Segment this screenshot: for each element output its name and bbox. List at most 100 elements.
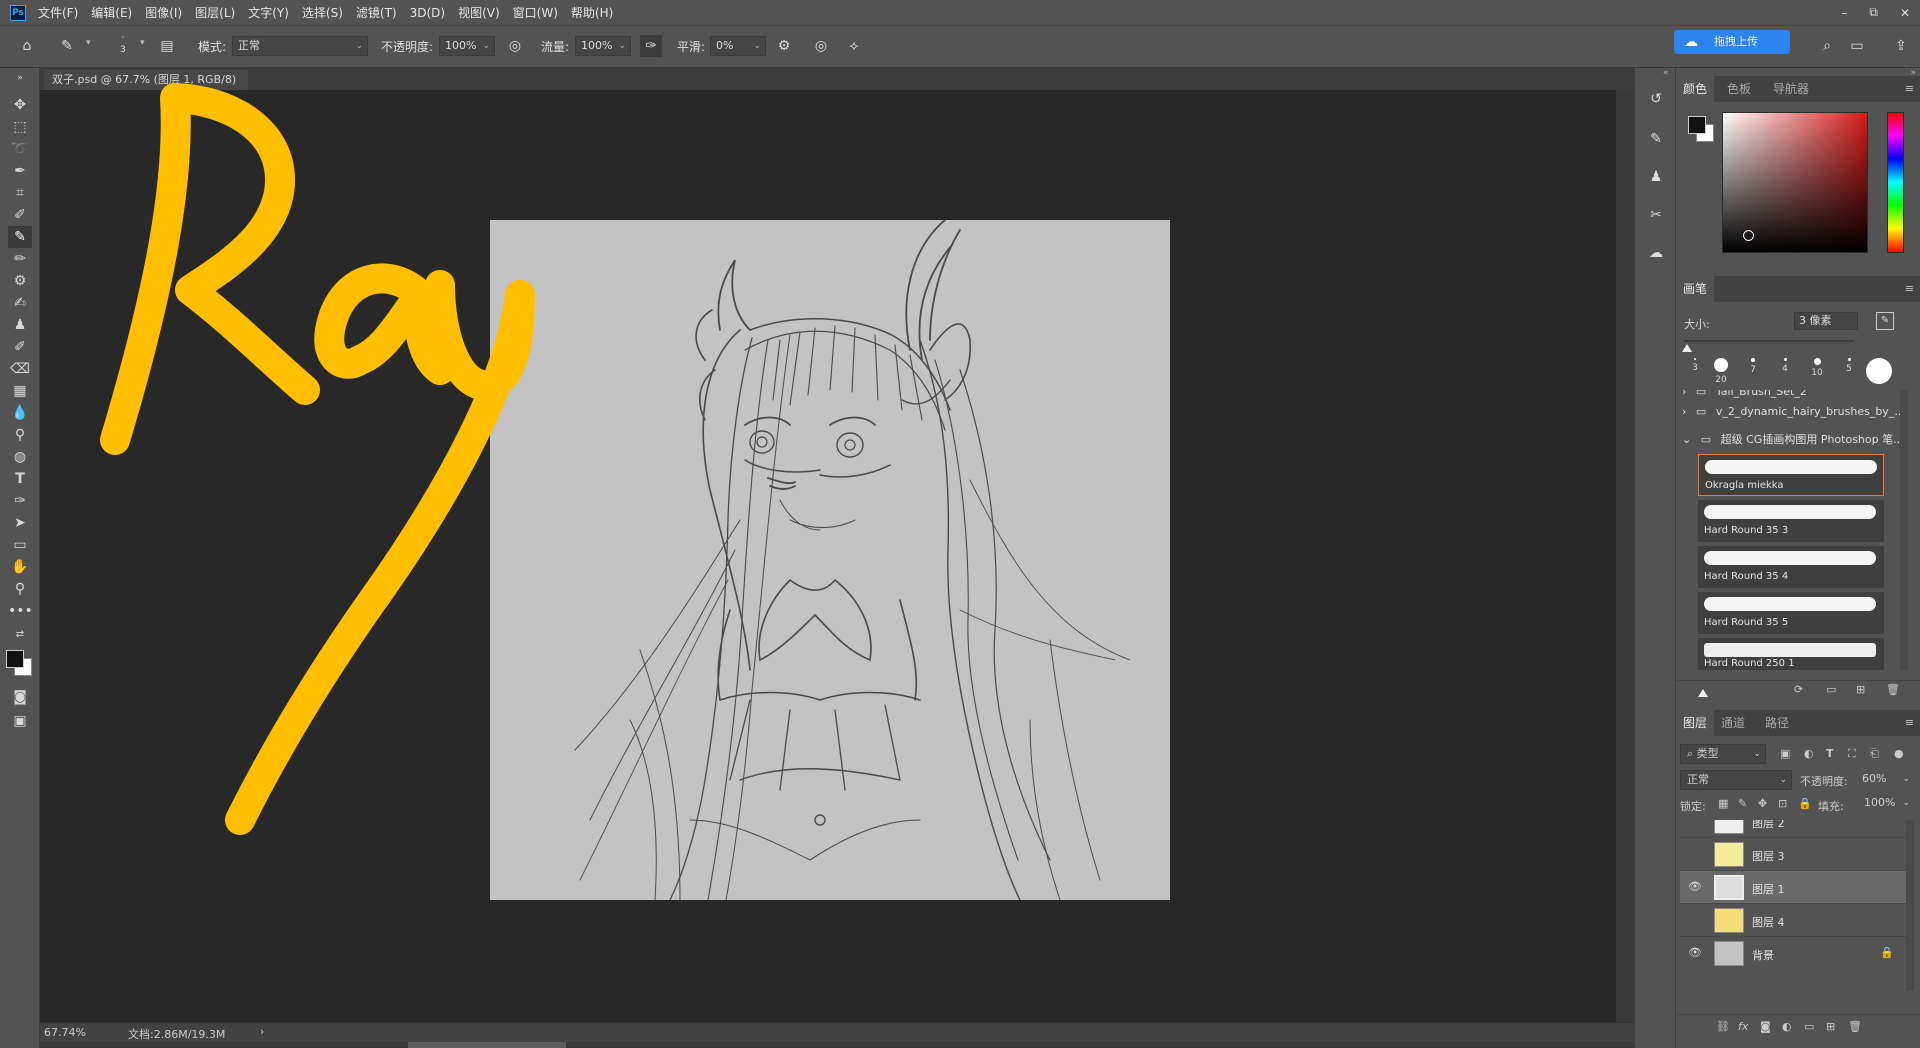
tool-presets-icon[interactable]: ✂ — [1645, 204, 1667, 226]
flow-input[interactable]: 100% ⌄ — [575, 36, 631, 56]
lock-position-icon[interactable]: ✥ — [1758, 797, 1767, 810]
layer-filter-select[interactable]: ⌕ 类型 ⌄ — [1680, 744, 1766, 764]
brush-preset[interactable]: Hard Round 35 4 — [1698, 546, 1884, 588]
link-layers-icon[interactable]: ⛓ — [1716, 1020, 1730, 1033]
tab-brushes[interactable]: 画笔 — [1676, 276, 1715, 302]
menu-window[interactable]: 窗口(W) — [513, 4, 558, 21]
layer-row[interactable]: 图层 3 — [1680, 837, 1910, 870]
more-tools-icon[interactable]: ••• — [8, 600, 33, 622]
collapse-panels-icon[interactable]: « — [1663, 68, 1669, 78]
brush-size-slider-handle[interactable] — [1682, 344, 1692, 352]
minimize-button[interactable]: – — [1841, 6, 1847, 20]
foreground-color-swatch[interactable] — [6, 650, 24, 668]
layer-row[interactable]: 👁 背景 🔒 — [1680, 936, 1910, 969]
panel-menu-icon[interactable]: ≡ — [1905, 82, 1914, 95]
pen-tool-icon[interactable]: ✑ — [8, 490, 32, 512]
new-layer-icon[interactable]: ⊞ — [1826, 1020, 1835, 1033]
workspace-icon[interactable]: ▭ — [1846, 35, 1868, 57]
quick-select-tool-icon[interactable]: ✒ — [8, 160, 32, 182]
menu-select[interactable]: 选择(S) — [302, 4, 343, 21]
brush-settings-icon[interactable]: ✎ — [1645, 128, 1667, 150]
filter-type-icon[interactable]: T — [1826, 747, 1834, 760]
clone-stamp-tool-icon[interactable]: ⚙ — [8, 270, 32, 292]
brush-edit-icon[interactable]: ✎ — [1876, 312, 1894, 330]
brush-list-scrollbar[interactable] — [1900, 390, 1908, 670]
lasso-tool-icon[interactable]: ➰ — [8, 138, 32, 160]
visibility-toggle[interactable] — [1688, 847, 1702, 861]
new-group-icon[interactable]: ▭ — [1804, 1020, 1814, 1033]
close-button[interactable]: ✕ — [1900, 6, 1910, 20]
marquee-tool-icon[interactable]: ⬚ — [8, 116, 32, 138]
filter-adjustment-icon[interactable]: ◐ — [1804, 747, 1814, 760]
color-foreground-swatch[interactable] — [1688, 116, 1706, 134]
new-folder-icon[interactable]: ▭ — [1826, 683, 1836, 696]
brush-tool-icon[interactable]: ✎ — [8, 226, 32, 248]
tab-paths[interactable]: 路径 — [1758, 710, 1796, 736]
restore-button[interactable]: ⧉ — [1869, 5, 1878, 20]
pressure-opacity-icon[interactable]: ◎ — [504, 35, 526, 57]
new-brush-icon[interactable]: ⊞ — [1856, 683, 1865, 696]
menu-help[interactable]: 帮助(H) — [571, 4, 613, 21]
layers-scrollbar[interactable] — [1906, 820, 1914, 990]
panel-menu-icon[interactable]: ≡ — [1905, 282, 1914, 295]
zoom-tool-icon[interactable]: ⚲ — [8, 578, 32, 600]
brush-preset[interactable]: Okragla miekka — [1698, 454, 1884, 496]
collapse-toolbar-icon[interactable]: » — [8, 72, 32, 84]
layer-row[interactable]: 图层 2 — [1680, 820, 1910, 837]
menu-filter[interactable]: 滤镜(T) — [356, 4, 397, 21]
menu-view[interactable]: 视图(V) — [458, 4, 500, 21]
brush-preset[interactable]: Hard Round 35 5 — [1698, 592, 1884, 634]
search-icon[interactable]: ⌕ — [1816, 35, 1838, 57]
brush-size-slider[interactable] — [1684, 340, 1854, 342]
fill-input[interactable]: 100% ⌄ — [1860, 795, 1914, 813]
dodge-tool-icon[interactable]: ⚲ — [8, 424, 32, 446]
menu-file[interactable]: 文件(F) — [38, 4, 78, 21]
filter-pixel-icon[interactable]: ▣ — [1780, 747, 1790, 760]
hue-slider[interactable] — [1887, 112, 1904, 253]
crop-tool-icon[interactable]: ⌗ — [8, 182, 32, 204]
blend-mode-select[interactable]: 正常 ⌄ — [1680, 770, 1792, 790]
stamp-tool-icon[interactable]: ♟ — [8, 314, 32, 336]
lock-artboard-icon[interactable]: ⊡ — [1778, 797, 1787, 810]
blur-tool-icon[interactable]: 💧 — [8, 402, 32, 424]
eye-icon[interactable]: 👁 — [1688, 946, 1702, 960]
rectangle-tool-icon[interactable]: ▭ — [8, 534, 32, 556]
menu-type[interactable]: 文字(Y) — [248, 4, 289, 21]
tab-navigator[interactable]: 导航器 — [1766, 76, 1816, 102]
brush-preview-slider-handle[interactable] — [1698, 689, 1708, 697]
history-icon[interactable]: ↺ — [1645, 88, 1667, 110]
recent-brush-tip[interactable]: 5 — [1836, 358, 1862, 374]
screen-mode-icon[interactable]: ▣ — [8, 710, 32, 732]
tab-swatches[interactable]: 色板 — [1720, 76, 1758, 102]
color-saturation-field[interactable] — [1722, 112, 1868, 253]
history-brush-tool-icon[interactable]: ✍ — [8, 292, 32, 314]
canvas-area[interactable] — [40, 83, 1616, 1022]
move-tool-icon[interactable]: ✥ — [8, 94, 32, 116]
filter-smart-object-icon[interactable]: ⎗ — [1870, 747, 1879, 761]
airbrush-icon[interactable]: ✑ — [640, 35, 662, 57]
sponge-tool-icon[interactable]: ◍ — [8, 446, 32, 468]
symmetry-icon[interactable]: ⟡ — [843, 35, 865, 57]
visibility-toggle[interactable] — [1688, 913, 1702, 927]
smoothing-input[interactable]: 0% ⌄ — [710, 36, 766, 56]
recent-brush-tip[interactable]: 10 — [1804, 358, 1830, 378]
menu-edit[interactable]: 编辑(E) — [91, 4, 132, 21]
eyedropper-tool-icon[interactable]: ✐ — [8, 204, 32, 226]
vertical-scrollbar[interactable] — [1616, 90, 1634, 1022]
zoom-level[interactable]: 67.74% — [44, 1026, 86, 1039]
share-icon[interactable]: ⇪ — [1890, 35, 1912, 57]
brush-folder[interactable]: ⌄ ▭ 超级 CG插画构图用 Photoshop 笔... — [1676, 428, 1900, 452]
menu-image[interactable]: 图像(I) — [145, 4, 182, 21]
adjustment-layer-icon[interactable]: ◐ — [1782, 1020, 1792, 1033]
tab-channels[interactable]: 通道 — [1714, 710, 1752, 736]
horizontal-scroll-thumb[interactable] — [408, 1042, 566, 1048]
libraries-icon[interactable]: ☁ — [1645, 242, 1667, 264]
layer-opacity-input[interactable]: 60% ⌄ — [1858, 770, 1914, 790]
layer-row[interactable]: 👁 图层 1 — [1680, 870, 1910, 903]
color-picker-ring[interactable] — [1743, 230, 1754, 241]
eraser-tool-icon[interactable]: ⌫ — [8, 358, 32, 380]
brush-folder[interactable]: › ▭ v_2_dynamic_hairy_brushes_by_... — [1676, 400, 1900, 424]
filter-toggle-icon[interactable]: ● — [1894, 747, 1904, 760]
eye-icon[interactable]: 👁 — [1688, 880, 1702, 894]
menu-3d[interactable]: 3D(D) — [410, 6, 445, 20]
